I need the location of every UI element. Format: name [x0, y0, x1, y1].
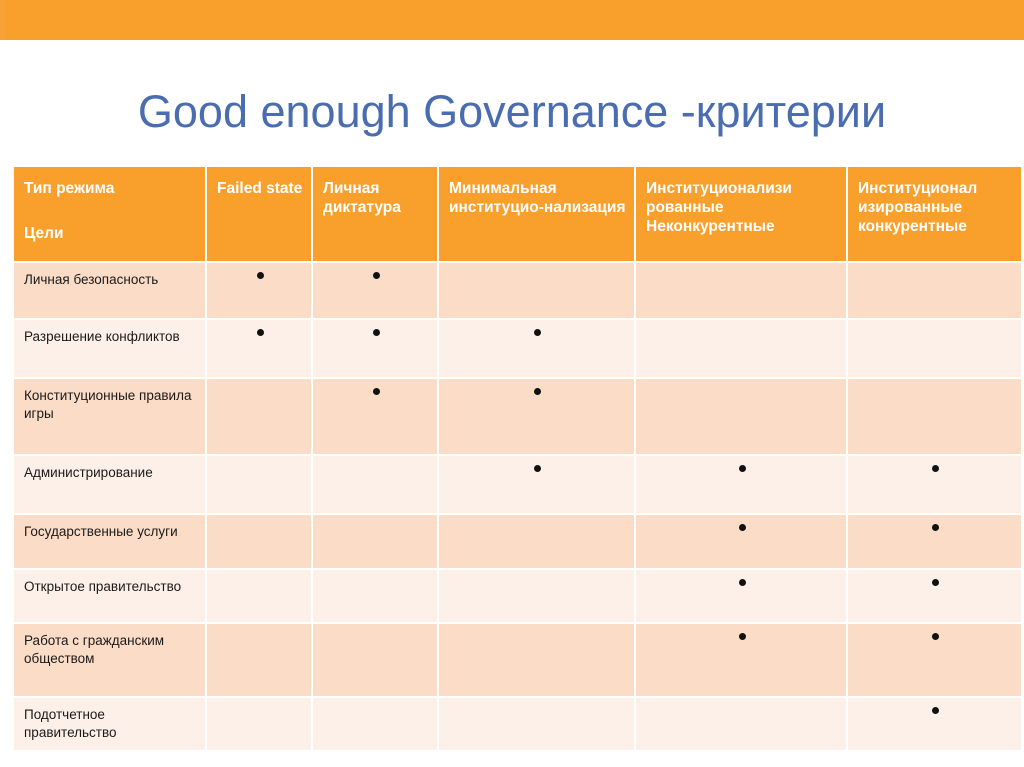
- row-label: Открытое правительство: [14, 570, 205, 622]
- table-header-row: Тип режима Цели Failed state Личная дикт…: [14, 167, 1021, 261]
- table-body: Личная безопасность Разрешение конфликто…: [14, 263, 1021, 750]
- row-label: Разрешение конфликтов: [14, 320, 205, 377]
- mark-cell: [439, 456, 634, 513]
- row-label: Государственные услуги: [14, 515, 205, 568]
- column-header-institutionalized-competitive: Институционал изированные конкурентные: [848, 167, 1021, 261]
- mark-cell: [313, 320, 437, 377]
- corner-regime-type-label: Тип режима: [24, 180, 115, 197]
- mark-cell: [313, 515, 437, 568]
- mark-cell: [848, 379, 1021, 454]
- mark-cell: [848, 263, 1021, 318]
- page-title: Good enough Governance -критерии: [137, 86, 887, 137]
- mark-cell: [207, 456, 311, 513]
- table-header: Тип режима Цели Failed state Личная дикт…: [14, 167, 1021, 261]
- corner-goals-label: Цели: [24, 225, 64, 242]
- mark-cell: [636, 263, 846, 318]
- table-corner-header: Тип режима Цели: [14, 167, 205, 261]
- mark-dot-icon: [738, 465, 746, 472]
- mark-cell: [636, 320, 846, 377]
- mark-dot-icon: [372, 388, 380, 395]
- mark-cell: [439, 698, 634, 750]
- mark-dot-icon: [534, 329, 541, 336]
- mark-cell: [439, 263, 634, 318]
- mark-dot-icon: [932, 579, 939, 586]
- mark-dot-icon: [738, 524, 746, 531]
- mark-cell: [636, 698, 846, 750]
- mark-cell: [207, 698, 311, 750]
- column-header-personal-dictatorship: Личная диктатура: [313, 167, 437, 261]
- table-row: Государственные услуги: [14, 515, 1021, 568]
- mark-cell: [848, 456, 1021, 513]
- mark-cell: [207, 515, 311, 568]
- mark-cell: [848, 320, 1021, 377]
- column-header-failed-state: Failed state: [207, 167, 311, 261]
- mark-dot-icon: [372, 272, 380, 279]
- table-row: Работа с гражданским обществом: [14, 624, 1021, 696]
- row-label: Конституционные правила игры: [14, 379, 205, 454]
- governance-criteria-table: Тип режима Цели Failed state Личная дикт…: [12, 165, 1023, 752]
- row-label: Подотчетное правительство: [14, 698, 205, 750]
- mark-cell: [207, 379, 311, 454]
- table-row: Конституционные правила игры: [14, 379, 1021, 454]
- mark-dot-icon: [256, 272, 264, 279]
- table-row: Администрирование: [14, 456, 1021, 513]
- mark-cell: [207, 624, 311, 696]
- mark-dot-icon: [932, 707, 939, 714]
- mark-dot-icon: [738, 633, 746, 640]
- column-header-institutionalized-noncompetitive: Институционализи рованные Неконкурентные: [636, 167, 846, 261]
- mark-cell: [848, 624, 1021, 696]
- mark-cell: [313, 624, 437, 696]
- table-row: Открытое правительство: [14, 570, 1021, 622]
- column-header-minimal-institutionalization: Минимальная институцио-нализация: [439, 167, 634, 261]
- mark-dot-icon: [534, 388, 541, 395]
- top-accent-bar: [0, 0, 1024, 40]
- mark-cell: [313, 456, 437, 513]
- mark-cell: [313, 263, 437, 318]
- mark-dot-icon: [256, 329, 264, 336]
- mark-cell: [313, 570, 437, 622]
- mark-cell: [207, 570, 311, 622]
- mark-cell: [439, 570, 634, 622]
- table-row: Личная безопасность: [14, 263, 1021, 318]
- row-label: Администрирование: [14, 456, 205, 513]
- mark-cell: [313, 379, 437, 454]
- mark-cell: [439, 320, 634, 377]
- mark-cell: [848, 698, 1021, 750]
- mark-cell: [207, 263, 311, 318]
- mark-cell: [439, 515, 634, 568]
- mark-cell: [848, 570, 1021, 622]
- mark-cell: [636, 379, 846, 454]
- mark-cell: [636, 515, 846, 568]
- mark-dot-icon: [534, 465, 541, 472]
- mark-cell: [848, 515, 1021, 568]
- mark-dot-icon: [932, 633, 939, 640]
- mark-cell: [439, 379, 634, 454]
- mark-dot-icon: [932, 524, 939, 531]
- mark-cell: [636, 456, 846, 513]
- table-row: Разрешение конфликтов: [14, 320, 1021, 377]
- table-row: Подотчетное правительство: [14, 698, 1021, 750]
- mark-cell: [439, 624, 634, 696]
- mark-cell: [313, 698, 437, 750]
- mark-dot-icon: [738, 579, 746, 586]
- mark-cell: [207, 320, 311, 377]
- mark-dot-icon: [372, 329, 380, 336]
- mark-cell: [636, 570, 846, 622]
- mark-dot-icon: [932, 465, 939, 472]
- mark-cell: [636, 624, 846, 696]
- row-label: Личная безопасность: [14, 263, 205, 318]
- row-label: Работа с гражданским обществом: [14, 624, 205, 696]
- top-accent-bar-edge: [0, 0, 5, 40]
